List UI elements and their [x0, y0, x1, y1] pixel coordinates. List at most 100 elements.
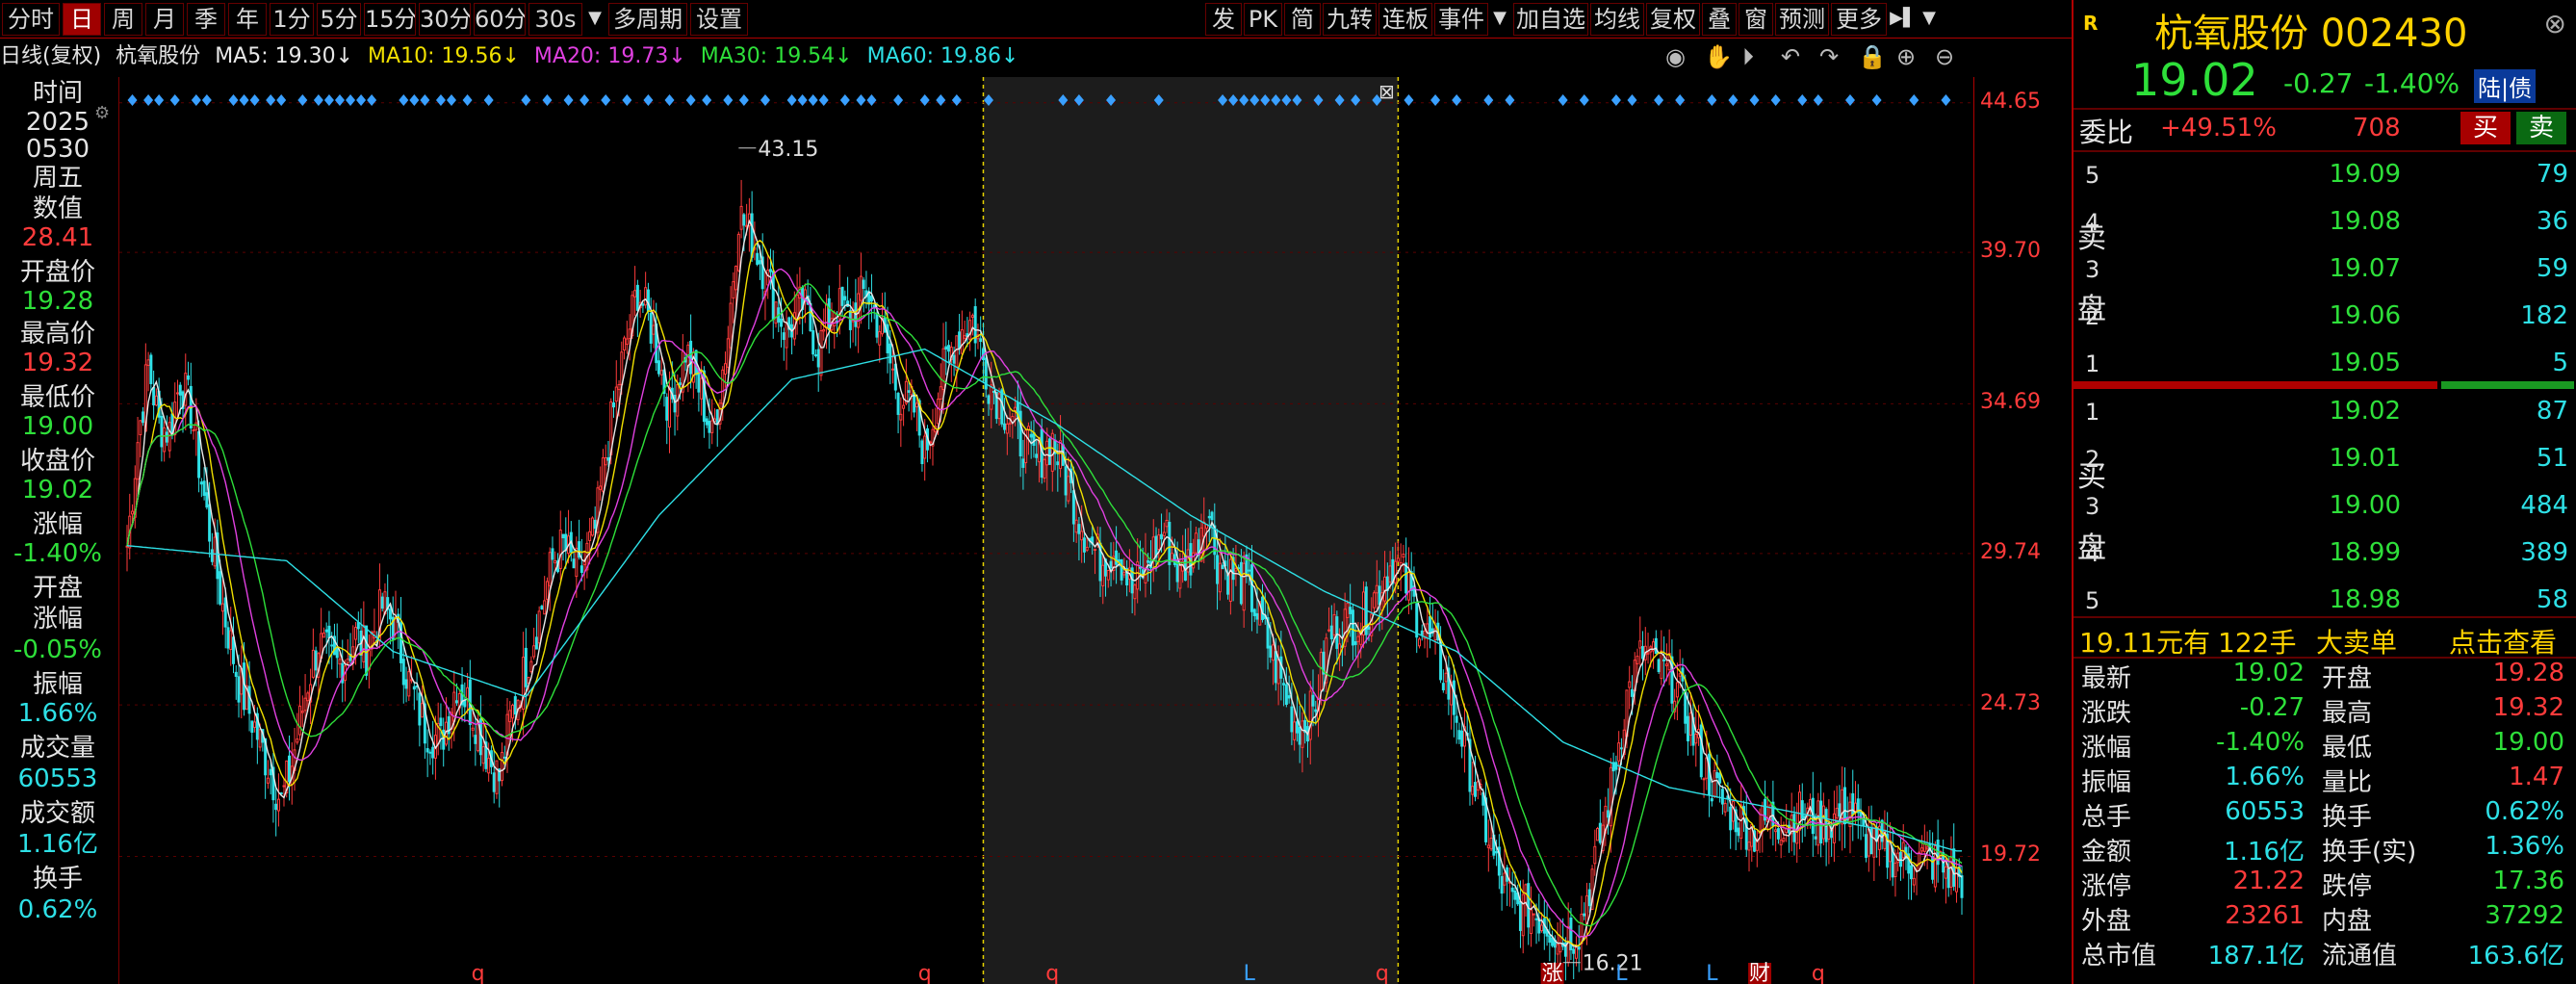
- crosshair-info-panel: 时间 2025 0530 周五 数值 28.41 开盘价 19.28 最高价 1…: [0, 77, 119, 984]
- redo-icon[interactable]: ↷: [1819, 42, 1839, 71]
- toolbar-button[interactable]: 窗: [1739, 3, 1773, 36]
- quote-row: 外盘 23261 内盘 37292: [2074, 901, 2574, 936]
- period-button[interactable]: 1分: [270, 3, 314, 36]
- quote-value: 17.36: [2492, 867, 2564, 895]
- period-button[interactable]: 5分: [317, 3, 361, 36]
- candle-body: [421, 703, 425, 718]
- candlestick-chart[interactable]: ⊠43.1516.21q q q Lq 涨 L L 财 q: [119, 77, 1973, 984]
- candle-body: [175, 392, 179, 395]
- candle-body: [540, 606, 544, 610]
- toolbar-button[interactable]: 九转: [1323, 3, 1377, 36]
- more-dropdown-icon[interactable]: ▼: [1919, 3, 1939, 36]
- candle-body: [1444, 672, 1448, 683]
- ask-book: 5 19.09 79 4 19.08 36 3 19.07 59 2 19.06 182 1 19.05 5: [2074, 154, 2574, 395]
- bid-row[interactable]: 3 19.00 484: [2074, 485, 2574, 533]
- toolbar-button[interactable]: 连板: [1378, 3, 1432, 36]
- toolbar-button[interactable]: 更多: [1831, 3, 1887, 36]
- ask-level: 3: [2085, 256, 2100, 283]
- period-button[interactable]: 月: [145, 3, 184, 36]
- zoom-out-icon[interactable]: ⊖: [1935, 42, 1954, 71]
- bid-row[interactable]: 2 19.01 51: [2074, 438, 2574, 486]
- value-label: 数值: [32, 194, 83, 223]
- toolbar-button[interactable]: 均线: [1590, 3, 1644, 36]
- toolbar-button[interactable]: 复权: [1646, 3, 1700, 36]
- settings-button[interactable]: 设置: [690, 3, 748, 36]
- period-button[interactable]: 周: [104, 3, 142, 36]
- candle-body: [1327, 629, 1331, 632]
- ask-row[interactable]: 4 19.08 36: [2074, 201, 2574, 249]
- period-label[interactable]: 日线(复权): [0, 40, 101, 73]
- toolbar-button[interactable]: 事件: [1434, 3, 1488, 36]
- eye-icon[interactable]: ◉: [1665, 42, 1686, 71]
- quote-value: -0.27: [2239, 693, 2305, 722]
- toolbar-button[interactable]: 叠: [1702, 3, 1737, 36]
- period-dropdown-icon[interactable]: ▼: [585, 3, 605, 36]
- period-button[interactable]: 15分: [364, 3, 416, 36]
- candle-body: [187, 375, 191, 380]
- event-diamond-icon: [228, 94, 239, 106]
- event-diamond-icon: [1844, 94, 1855, 106]
- period-button[interactable]: 60分: [474, 3, 526, 36]
- big-order-link[interactable]: 点击查看: [2449, 622, 2557, 660]
- toolbar-button[interactable]: 加自选: [1513, 3, 1588, 36]
- toolbar-button[interactable]: PK: [1244, 3, 1282, 36]
- candle-body: [721, 369, 725, 404]
- period-button[interactable]: 季: [187, 3, 225, 36]
- period-button[interactable]: 30s: [528, 3, 582, 36]
- ask-row[interactable]: 5 19.09 79: [2074, 154, 2574, 202]
- hand-icon[interactable]: ✋: [1704, 42, 1733, 71]
- toolbar-button[interactable]: 简: [1284, 3, 1321, 36]
- toolbar-button[interactable]: 发: [1205, 3, 1242, 36]
- gear-icon[interactable]: ⚙: [94, 104, 114, 123]
- candle-body: [958, 331, 962, 350]
- buy-button[interactable]: 买: [2460, 112, 2511, 144]
- play-circle-icon[interactable]: ⏵: [1742, 42, 1754, 71]
- candle-body: [1761, 805, 1765, 833]
- event-dropdown-icon[interactable]: ▼: [1490, 3, 1509, 36]
- zoom-in-icon[interactable]: ⊕: [1896, 42, 1916, 71]
- candle-body: [1872, 823, 1876, 858]
- bottom-event-marker: 财: [1749, 962, 1770, 984]
- period-button[interactable]: 分时: [2, 3, 60, 36]
- event-diamond-icon: [1909, 94, 1919, 106]
- ask-row[interactable]: 2 19.06 182: [2074, 296, 2574, 344]
- ask-row[interactable]: 3 19.07 59: [2074, 248, 2574, 297]
- bid-row[interactable]: 4 18.99 389: [2074, 532, 2574, 581]
- event-diamond-icon: [367, 94, 377, 106]
- ask-level: 2: [2085, 303, 2100, 330]
- period-button[interactable]: 年: [228, 3, 267, 36]
- period-button[interactable]: 日: [63, 3, 101, 36]
- toolbar-button[interactable]: 预测: [1775, 3, 1829, 36]
- ask-price: 19.08: [2329, 207, 2401, 236]
- sell-button[interactable]: 卖: [2516, 112, 2566, 144]
- candle-body: [575, 547, 579, 578]
- lock-icon[interactable]: 🔒: [1858, 42, 1887, 71]
- undo-icon[interactable]: ↶: [1781, 42, 1800, 71]
- candle-body: [668, 386, 672, 428]
- candle-body: [223, 597, 227, 628]
- play-icon[interactable]: ▶▌: [1889, 3, 1918, 36]
- candle-body: [1109, 560, 1113, 569]
- candle-body: [1064, 466, 1068, 496]
- turnover-value: 0.62%: [17, 895, 98, 924]
- candle-body: [886, 324, 889, 353]
- candle-body: [152, 386, 156, 406]
- period-button[interactable]: 30分: [419, 3, 471, 36]
- candle-body: [1045, 440, 1049, 466]
- multi-period-button[interactable]: 多周期: [608, 3, 687, 36]
- ma10-label: MA10: 19.56↓: [368, 44, 520, 68]
- bid-row[interactable]: 1 19.02 87: [2074, 391, 2574, 439]
- close-panel-icon[interactable]: ⊗: [2544, 8, 2566, 39]
- candle-body: [1747, 842, 1751, 851]
- candle-body: [859, 275, 863, 301]
- candle-body: [1699, 724, 1703, 778]
- bid-row[interactable]: 5 18.98 58: [2074, 580, 2574, 628]
- candle-body: [1415, 603, 1419, 638]
- candle-body: [644, 287, 648, 306]
- price-change-pct: -1.40%: [2364, 67, 2460, 99]
- candle-body: [659, 370, 663, 375]
- high-value: 19.32: [21, 349, 94, 377]
- bottom-event-marker: q: [1812, 962, 1825, 984]
- candle-body: [1029, 433, 1033, 438]
- candle-body: [474, 735, 477, 744]
